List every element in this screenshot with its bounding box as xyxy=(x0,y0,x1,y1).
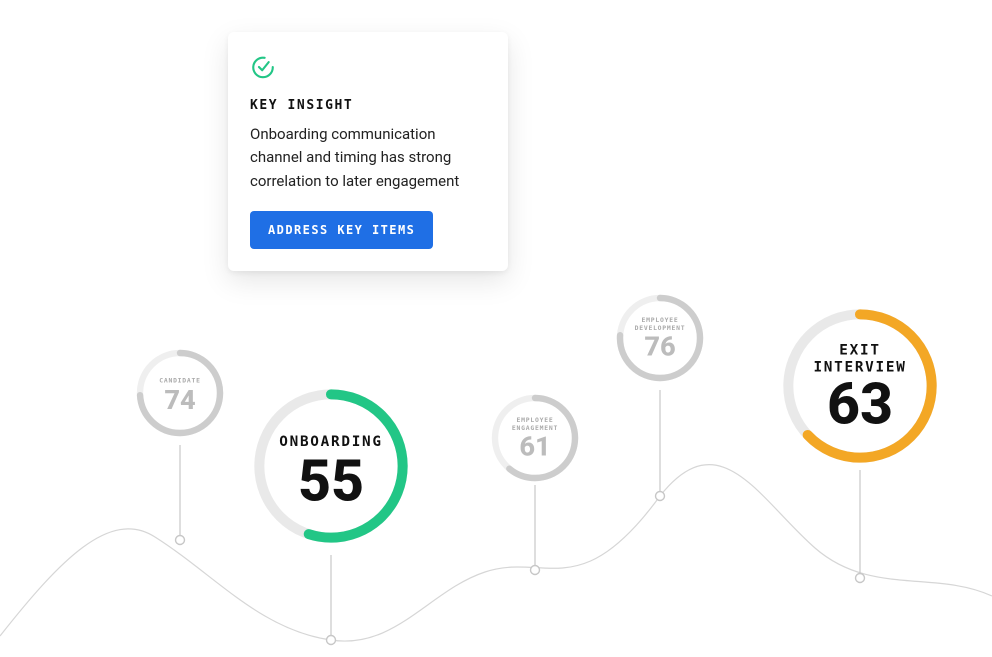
node-value: 61 xyxy=(519,431,550,463)
node-value: 63 xyxy=(827,370,893,437)
address-key-items-button[interactable]: ADDRESS KEY ITEMS xyxy=(250,211,433,249)
journey-canvas: KEY INSIGHT Onboarding communication cha… xyxy=(0,0,992,657)
node-label-line1: EMPLOYEE xyxy=(642,316,679,324)
node-onboarding: ONBOARDING 55 xyxy=(245,380,417,552)
checkmark-circle-icon xyxy=(250,54,276,80)
insight-heading: KEY INSIGHT xyxy=(250,98,486,113)
node-development: EMPLOYEE DEVELOPMENT 76 xyxy=(612,290,708,386)
node-value: 55 xyxy=(298,447,364,514)
node-value: 76 xyxy=(644,331,675,363)
insight-body: Onboarding communication channel and tim… xyxy=(250,123,486,193)
node-label-line1: EXIT xyxy=(839,342,880,358)
insight-card: KEY INSIGHT Onboarding communication cha… xyxy=(228,32,508,271)
node-engagement: EMPLOYEE ENGAGEMENT 61 xyxy=(487,390,583,486)
node-label-line1: EMPLOYEE xyxy=(517,416,554,424)
node-candidate: CANDIDATE 74 xyxy=(132,345,228,441)
node-exit: EXIT INTERVIEW 63 xyxy=(774,300,946,472)
node-value: 74 xyxy=(164,384,195,416)
